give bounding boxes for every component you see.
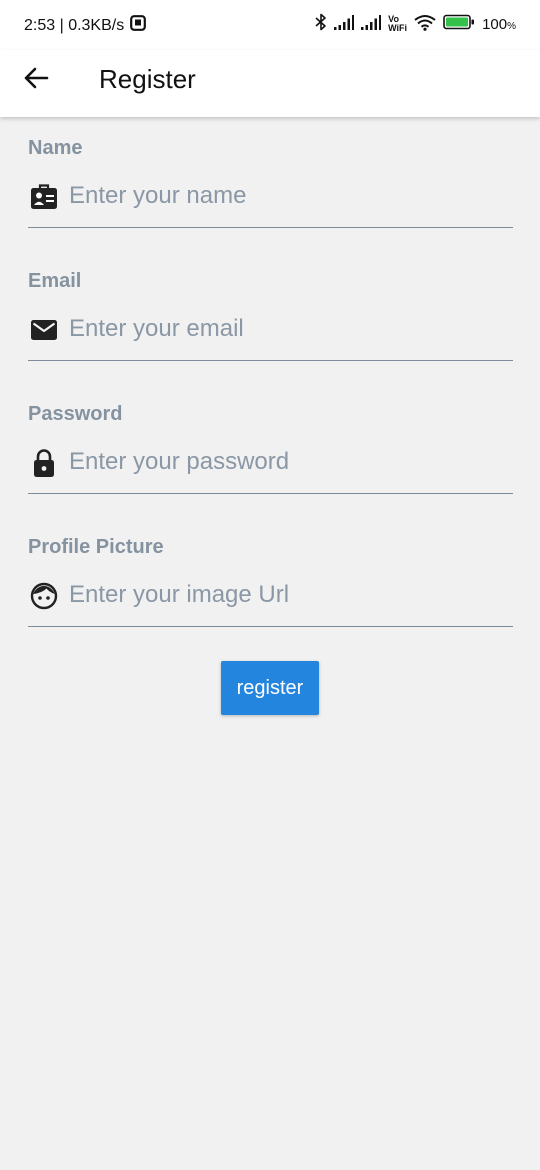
name-field: Name (28, 117, 513, 250)
battery-icon (443, 14, 475, 34)
email-field: Email (28, 250, 513, 383)
back-button[interactable] (14, 58, 58, 102)
email-label: Email (28, 270, 82, 292)
email-field-row (28, 306, 513, 361)
name-field-row (28, 173, 513, 228)
battery-level: 100% (482, 16, 516, 33)
status-right: Vo WiFi 100% (315, 13, 516, 35)
battery-percent: 100 (482, 15, 508, 33)
status-bar: 2:53 | 0.3KB/s Vo WiFi 100% (0, 0, 540, 50)
app-bar: Register (0, 50, 540, 117)
register-form: Name Email (28, 117, 513, 649)
image-url-input[interactable] (67, 574, 511, 616)
vowifi-bottom: WiFi (388, 23, 408, 33)
status-time-speed: 2:53 | 0.3KB/s (24, 16, 125, 34)
profile-picture-field-row (28, 572, 513, 627)
profile-picture-field: Profile Picture (28, 516, 513, 649)
bluetooth-icon (315, 13, 327, 35)
signal-icon (334, 14, 355, 34)
password-field: Password (28, 383, 513, 516)
arrow-left-icon (23, 65, 49, 96)
status-left: 2:53 | 0.3KB/s (24, 15, 147, 36)
password-input[interactable] (67, 441, 511, 483)
mail-icon (30, 316, 58, 344)
profile-picture-label: Profile Picture (28, 536, 164, 558)
battery-unit: % (507, 20, 516, 32)
password-label: Password (28, 403, 123, 425)
vowifi-icon: Vo WiFi (388, 15, 407, 33)
email-input[interactable] (67, 308, 511, 350)
id-badge-icon (30, 183, 58, 211)
face-icon (30, 582, 58, 610)
signal-icon (361, 14, 382, 34)
lock-icon (30, 449, 58, 477)
wifi-icon (414, 14, 436, 35)
register-button[interactable]: register (221, 661, 319, 715)
page-title: Register (99, 64, 196, 94)
password-field-row (28, 439, 513, 494)
name-input[interactable] (67, 175, 511, 217)
name-label: Name (28, 137, 83, 159)
notification-box-icon (130, 15, 147, 36)
